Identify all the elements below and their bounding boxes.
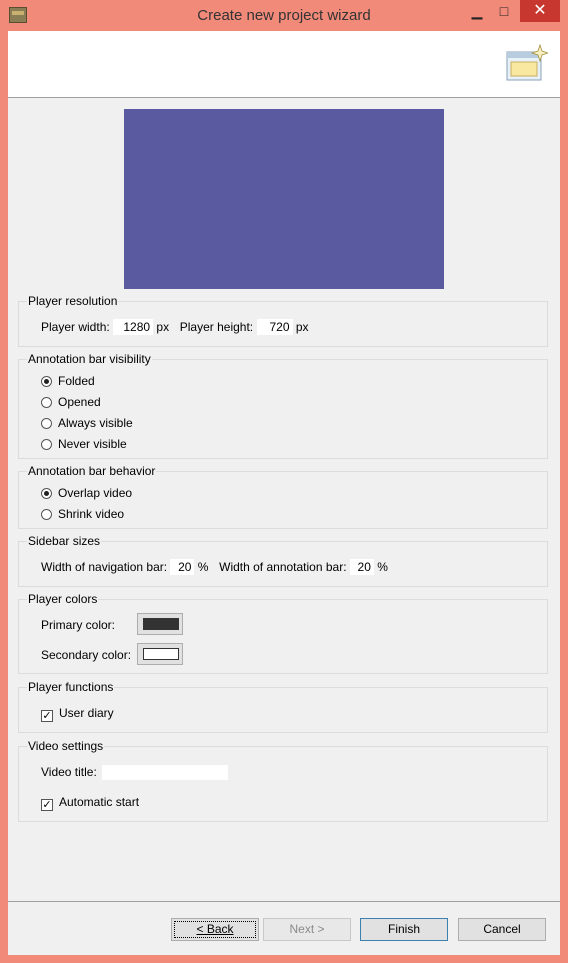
primary-color-label: Primary color: [41,618,116,632]
wizard-body: Player resolution Player width: 1280 px … [8,31,560,955]
nav-bar-width-label: Width of navigation bar: [41,560,168,574]
secondary-color-button[interactable] [137,643,183,665]
cancel-button-label: Cancel [483,922,521,936]
sidebar-sizes-group: Sidebar sizes Width of navigation bar: 2… [18,534,548,587]
wizard-icon [506,43,548,81]
user-diary-checkbox[interactable]: ✓ User diary [41,705,114,722]
nav-bar-width-unit: % [197,560,209,574]
radio-icon [41,397,52,408]
video-title-input[interactable] [102,765,228,780]
radio-icon [41,439,52,450]
radio-opened[interactable]: Opened [41,394,101,410]
group-legend: Player functions [27,680,115,694]
automatic-start-checkbox[interactable]: ✓ Automatic start [41,794,139,811]
wizard-banner [8,31,560,98]
cancel-button[interactable]: Cancel [458,918,546,941]
player-width-unit: px [156,320,170,334]
annotation-bar-width-unit: % [377,560,388,574]
back-button[interactable]: < Back [171,918,259,941]
radio-shrink-video[interactable]: Shrink video [41,506,124,522]
player-colors-group: Player colors Primary color: Secondary c… [18,592,548,674]
radio-icon [41,418,52,429]
group-legend: Video settings [27,739,105,753]
player-width-input[interactable]: 1280 [113,319,154,335]
radio-label: Overlap video [58,486,133,500]
player-height-unit: px [295,320,309,334]
nav-bar-width-input[interactable]: 20 [170,559,195,575]
group-legend: Player colors [27,592,99,606]
primary-color-button[interactable] [137,613,183,635]
radio-label: Folded [58,374,95,388]
annotation-behavior-group: Annotation bar behavior Overlap video Sh… [18,464,548,529]
back-button-label: < Back [196,922,234,936]
next-button-label: Next > [289,922,325,936]
annotation-visibility-group: Annotation bar visibility Folded Opened … [18,352,548,459]
radio-label: Opened [58,395,101,409]
player-functions-group: Player functions ✓ User diary [18,680,548,733]
radio-overlap-video[interactable]: Overlap video [41,485,132,501]
button-separator [8,901,560,902]
annotation-bar-width-label: Width of annotation bar: [219,560,347,574]
player-width-label: Player width: [41,320,110,334]
minimize-button[interactable]: ▁ [464,0,490,22]
finish-button-label: Finish [387,922,420,936]
wizard-window: Create new project wizard ▁ □ ✕ Player r… [0,0,568,963]
group-legend: Annotation bar behavior [27,464,157,478]
radio-selected-icon [41,376,52,387]
checkbox-checked-icon: ✓ [41,710,53,722]
group-legend: Sidebar sizes [27,534,102,548]
close-button[interactable]: ✕ [520,0,560,22]
annotation-bar-width-input[interactable]: 20 [349,559,374,575]
radio-label: Shrink video [58,507,125,521]
radio-label: Always visible [58,416,133,430]
checkbox-label: Automatic start [59,795,140,809]
title-bar: Create new project wizard ▁ □ ✕ [0,0,568,31]
video-title-label: Video title: [41,765,97,779]
video-settings-group: Video settings Video title: ✓ Automatic s… [18,739,548,822]
secondary-color-label: Secondary color: [41,648,132,662]
player-resolution-group: Player resolution Player width: 1280 px … [18,294,548,347]
next-button[interactable]: Next > [263,918,351,941]
secondary-color-swatch [143,648,179,660]
video-preview [124,109,444,289]
radio-always-visible[interactable]: Always visible [41,415,133,431]
player-height-label: Player height: [179,320,254,334]
radio-label: Never visible [58,437,127,451]
maximize-button[interactable]: □ [491,0,517,22]
radio-never-visible[interactable]: Never visible [41,436,127,452]
radio-icon [41,509,52,520]
radio-selected-icon [41,488,52,499]
primary-color-swatch [143,618,179,630]
player-height-input[interactable]: 720 [256,319,293,335]
finish-button[interactable]: Finish [360,918,448,941]
group-legend: Player resolution [27,294,119,308]
group-legend: Annotation bar visibility [27,352,152,366]
checkbox-label: User diary [59,706,114,720]
radio-folded[interactable]: Folded [41,373,95,389]
checkbox-checked-icon: ✓ [41,799,53,811]
